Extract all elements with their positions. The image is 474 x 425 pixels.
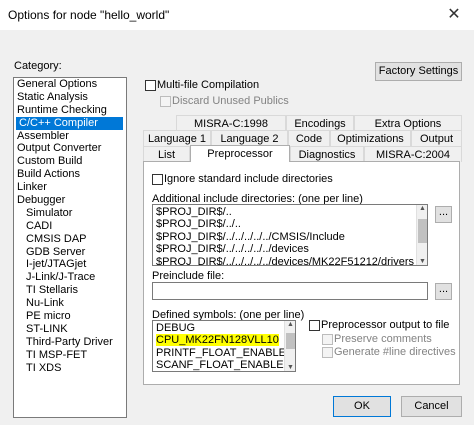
category-item[interactable]: Output Converter [14,142,126,155]
scroll-thumb[interactable] [418,219,427,243]
defined-symbol-line: CPU_MK22FN128VLL10 [153,334,285,347]
category-item[interactable]: CMSIS DAP [14,233,126,246]
category-item[interactable]: TI MSP-FET [14,349,126,362]
title-bar: Options for node "hello_world" ✕ [0,0,474,30]
tab-optimizations[interactable]: Optimizations [330,130,411,146]
defined-symbol-line: SCANF_FLOAT_ENABLE=0 [153,359,295,371]
tab-list[interactable]: List [143,146,190,162]
category-item[interactable]: TI XDS [14,362,126,375]
category-item[interactable]: TI Stellaris [14,284,126,297]
preinclude-label: Preinclude file: [152,270,225,282]
preprocessor-output-checkbox[interactable] [309,320,320,331]
tab-encodings[interactable]: Encodings [286,115,354,131]
tab-code[interactable]: Code [288,130,330,146]
category-item[interactable]: Assembler [14,130,126,143]
generate-line-checkbox[interactable] [322,347,333,358]
include-dirs-scrollbar[interactable]: ▲ ▼ [416,205,427,265]
category-item[interactable]: Debugger [14,194,126,207]
scroll-down-icon[interactable]: ▼ [285,364,295,371]
cancel-button[interactable]: Cancel [401,396,462,417]
defined-symbol-text: CPU_MK22FN128VLL10 [156,334,279,347]
close-icon[interactable]: ✕ [440,4,468,26]
defined-symbol-text: DEBUG [156,322,196,334]
generate-line-label: Generate #line directives [334,346,456,358]
include-dirs-browse-button[interactable]: ... [435,206,452,223]
category-item[interactable]: Third-Party Driver [14,336,126,349]
category-item[interactable]: ST-LINK [14,323,126,336]
multifile-label: Multi-file Compilation [157,79,260,91]
category-item[interactable]: C/C++ Compiler [16,116,123,130]
window-title: Options for node "hello_world" [8,8,170,22]
category-item[interactable]: Linker [14,181,126,194]
preprocessor-output-label: Preprocessor output to file [321,319,450,331]
category-item[interactable]: General Options [14,78,126,91]
include-dir-line: $PROJ_DIR$/../.. [156,218,241,231]
ok-button[interactable]: OK [333,396,391,417]
tab-language-1[interactable]: Language 1 [143,130,211,146]
tab-misra-1998[interactable]: MISRA-C:1998 [176,115,286,131]
tab-language-2[interactable]: Language 2 [211,130,288,146]
discard-unused-label: Discard Unused Publics [172,95,289,107]
preinclude-browse-button[interactable]: ... [435,283,452,300]
category-item[interactable]: Custom Build [14,155,126,168]
ignore-std-checkbox[interactable] [152,174,163,185]
include-dir-line: $PROJ_DIR$/../../../../../devices/MK22F5… [156,255,414,266]
preserve-comments-label: Preserve comments [334,333,432,345]
scroll-up-icon[interactable]: ▲ [417,205,427,212]
include-dir-line: $PROJ_DIR$/../../../../../CMSIS/Include [156,230,345,243]
category-item[interactable]: Nu-Link [14,297,126,310]
tab-extra-options[interactable]: Extra Options [354,115,462,131]
discard-unused-checkbox[interactable] [160,96,171,107]
tab-output[interactable]: Output [411,130,462,146]
ignore-std-label: Ignore standard include directories [164,173,333,185]
category-item[interactable]: PE micro [14,310,126,323]
defined-symbol-line: PRINTF_FLOAT_ENABLE=0 [153,347,295,359]
tab-preprocessor[interactable]: Preprocessor [190,145,290,162]
tab-misra-2004[interactable]: MISRA-C:2004 [364,146,462,162]
defined-symbols-textarea[interactable]: DEBUG CPU_MK22FN128VLL10 PRINTF_FLOAT_ENAB… [152,320,296,372]
factory-settings-button[interactable]: Factory Settings [375,62,462,81]
category-item[interactable]: GDB Server [14,246,126,259]
defined-symbol-text: SCANF_FLOAT_ENABLE=0 [156,359,296,372]
preinclude-input[interactable] [152,282,428,300]
include-dirs-textarea[interactable]: $PROJ_DIR$/.. $PROJ_DIR$/../.. $PROJ_DIR$/… [152,204,428,266]
category-list[interactable]: General Options Static Analysis Runtime Ch… [13,77,127,418]
scroll-thumb[interactable] [286,333,295,349]
scroll-down-icon[interactable]: ▼ [417,258,427,265]
include-dir-line: $PROJ_DIR$/../../../../../devices [156,243,309,256]
scroll-up-icon[interactable]: ▲ [285,321,295,328]
preserve-comments-checkbox[interactable] [322,334,333,345]
include-dir-line: $PROJ_DIR$/.. [156,206,232,218]
category-item[interactable]: Runtime Checking [14,104,126,117]
category-label: Category: [14,60,62,72]
multifile-checkbox[interactable] [145,80,156,91]
category-item[interactable]: I-jet/JTAGjet [14,258,126,271]
category-item[interactable]: Build Actions [14,168,126,181]
category-item[interactable]: Simulator [14,207,126,220]
defined-symbol-text: PRINTF_FLOAT_ENABLE=0 [156,346,296,359]
category-item[interactable]: CADI [14,220,126,233]
defined-symbols-scrollbar[interactable]: ▲ ▼ [284,321,295,371]
category-item[interactable]: Static Analysis [14,91,126,104]
tab-diagnostics[interactable]: Diagnostics [290,146,364,162]
defined-symbol-line: DEBUG [153,322,285,334]
category-item[interactable]: J-Link/J-Trace [14,271,126,284]
